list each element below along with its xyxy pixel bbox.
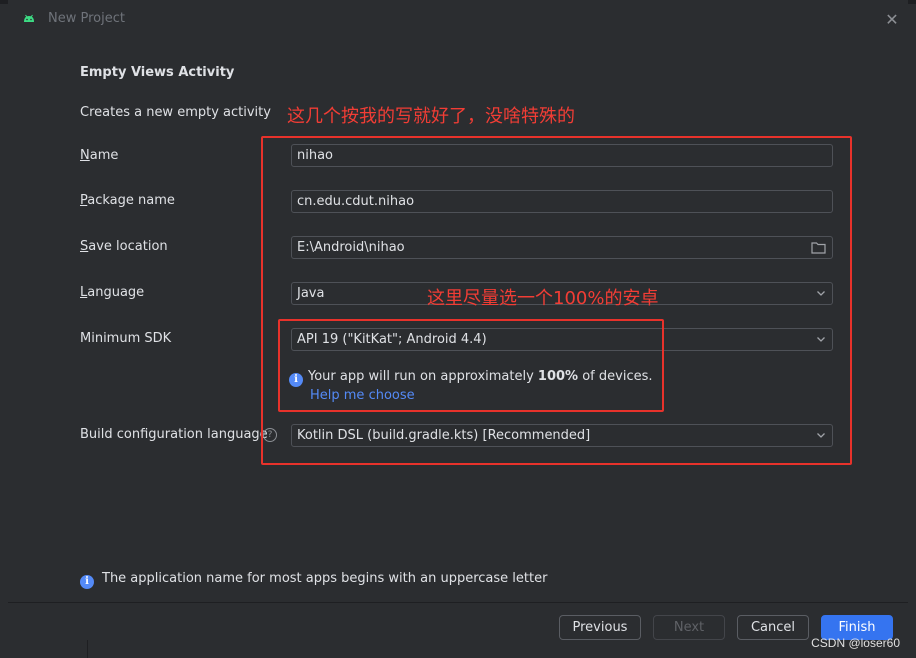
android-icon — [24, 14, 34, 22]
section-description: Creates a new empty activity — [80, 105, 271, 120]
window-title: New Project — [48, 11, 125, 26]
build-config-language-label: Build configuration language — [80, 427, 268, 442]
close-icon[interactable]: ✕ — [882, 10, 902, 30]
language-label: Language — [80, 285, 144, 300]
name-label-text: ame — [89, 148, 119, 163]
title-bar: New Project ✕ — [8, 0, 908, 40]
annotation-top-note: 这几个按我的写就好了，没啥特殊的 — [287, 106, 575, 127]
info-icon: i — [80, 575, 94, 589]
name-label: Name — [80, 148, 118, 163]
divider — [87, 640, 88, 658]
minimum-sdk-label: Minimum SDK — [80, 331, 172, 346]
section-heading: Empty Views Activity — [80, 65, 235, 80]
annotation-box-sdk — [278, 319, 664, 412]
bottom-info-message: i The application name for most apps begi… — [80, 571, 547, 589]
save-location-label-text: ave location — [88, 239, 168, 254]
cancel-button[interactable]: Cancel — [737, 615, 809, 640]
annotation-sdk-note: 这里尽量选一个100%的安卓 — [427, 288, 659, 309]
previous-button[interactable]: Previous — [559, 615, 641, 640]
name-label-mnemonic: N — [80, 148, 90, 163]
language-label-text: anguage — [87, 285, 145, 300]
package-label-text: ackage name — [87, 193, 175, 208]
watermark: CSDN @loser60 — [811, 636, 900, 650]
save-location-label: Save location — [80, 239, 168, 254]
next-button[interactable]: Next — [653, 615, 725, 640]
dialog-footer: Previous Next Cancel Finish — [8, 603, 908, 658]
bottom-info-text: The application name for most apps begin… — [102, 571, 548, 586]
package-name-label: Package name — [80, 193, 175, 208]
